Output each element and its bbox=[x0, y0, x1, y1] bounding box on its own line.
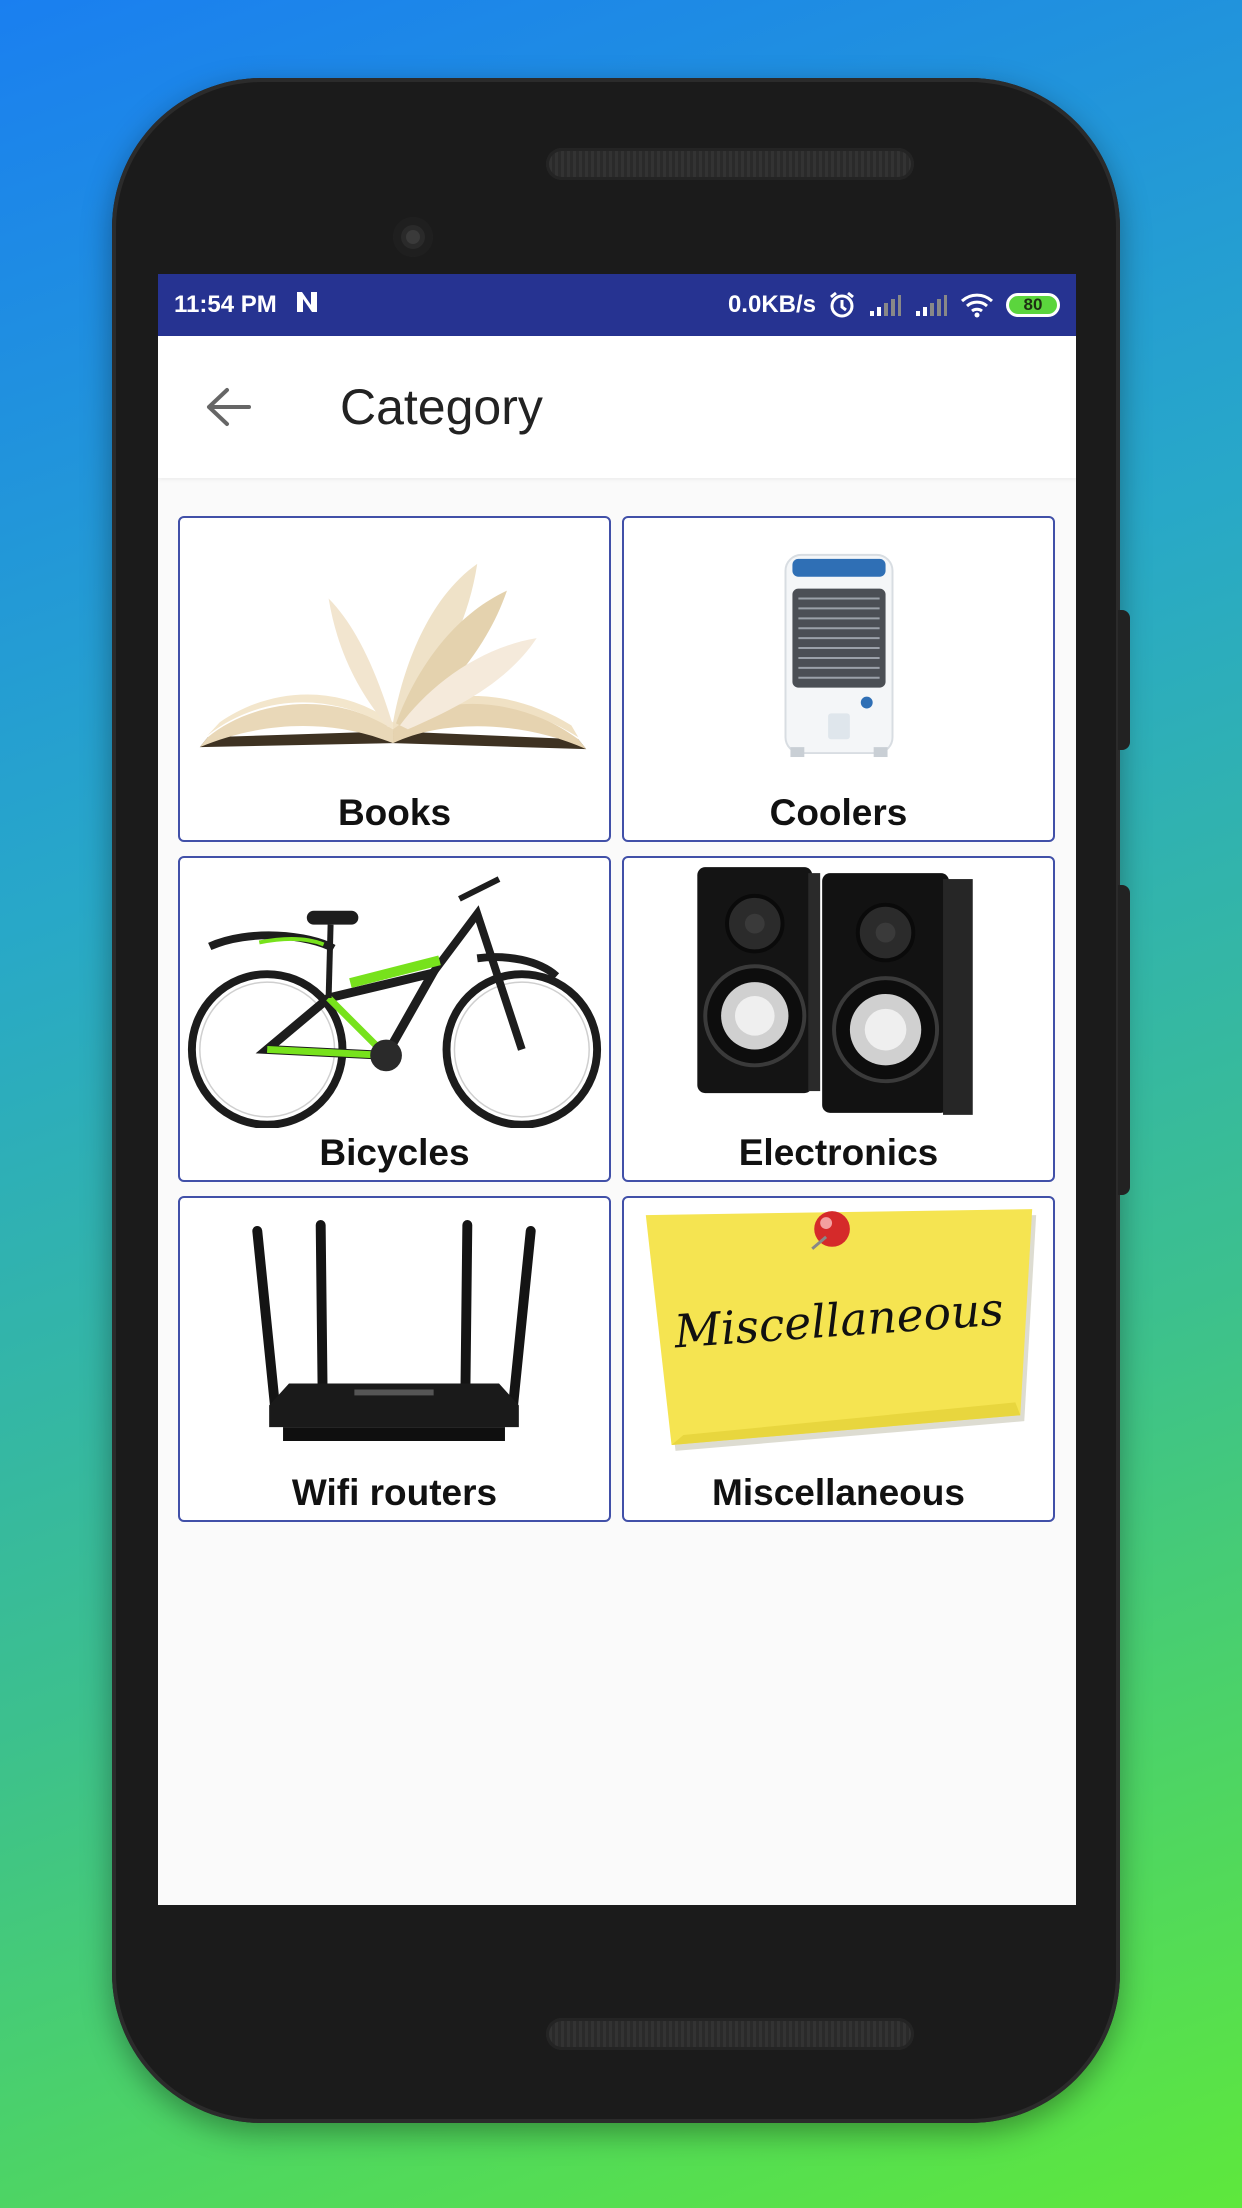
back-button[interactable] bbox=[158, 336, 298, 478]
n-icon bbox=[295, 290, 321, 321]
network-speed: 0.0KB/s bbox=[727, 291, 816, 318]
top-speaker bbox=[546, 148, 914, 180]
power-button bbox=[1118, 610, 1130, 750]
speakers-image bbox=[697, 867, 973, 1115]
category-label: Bicycles bbox=[319, 1132, 470, 1173]
alarm-icon bbox=[828, 291, 856, 319]
category-label: Coolers bbox=[769, 792, 908, 833]
app-bar: Category bbox=[158, 336, 1076, 478]
battery-icon: 80 bbox=[1006, 293, 1060, 317]
category-label: Electronics bbox=[738, 1132, 939, 1173]
category-card-wifi-routers[interactable]: Wifi routers bbox=[178, 1196, 611, 1522]
front-camera bbox=[393, 217, 433, 257]
bicycle-image bbox=[187, 876, 602, 1128]
arrow-left-icon bbox=[207, 388, 251, 426]
category-label: Books bbox=[337, 792, 452, 833]
category-label: Wifi routers bbox=[291, 1472, 498, 1513]
status-time: 11:54 PM bbox=[174, 291, 277, 318]
wifi-icon bbox=[960, 292, 994, 318]
category-grid: Books Coolers Bicycles Electronics Wifi … bbox=[178, 516, 1056, 1522]
volume-button bbox=[1118, 885, 1130, 1195]
category-card-coolers[interactable]: Coolers bbox=[622, 516, 1055, 842]
signal-icon-2 bbox=[914, 293, 948, 317]
signal-icon-1 bbox=[868, 293, 902, 317]
status-bar: 11:54 PM 0.0KB/s 80 bbox=[158, 274, 1076, 336]
category-card-books[interactable]: Books bbox=[178, 516, 611, 842]
category-card-miscellaneous[interactable]: Miscellaneous Miscellaneous bbox=[622, 1196, 1055, 1522]
wifi-router-image bbox=[252, 1220, 536, 1441]
category-card-bicycles[interactable]: Bicycles bbox=[178, 856, 611, 1182]
screen: 11:54 PM 0.0KB/s 80 Category Books Coole… bbox=[158, 274, 1076, 1905]
air-cooler-image bbox=[784, 553, 894, 758]
sticky-note-image: Miscellaneous bbox=[645, 1209, 1037, 1451]
page-title: Category bbox=[340, 379, 543, 435]
category-card-electronics[interactable]: Electronics bbox=[622, 856, 1055, 1182]
open-book-image bbox=[199, 563, 587, 750]
category-label: Miscellaneous bbox=[712, 1472, 965, 1513]
bottom-speaker bbox=[546, 2018, 914, 2050]
